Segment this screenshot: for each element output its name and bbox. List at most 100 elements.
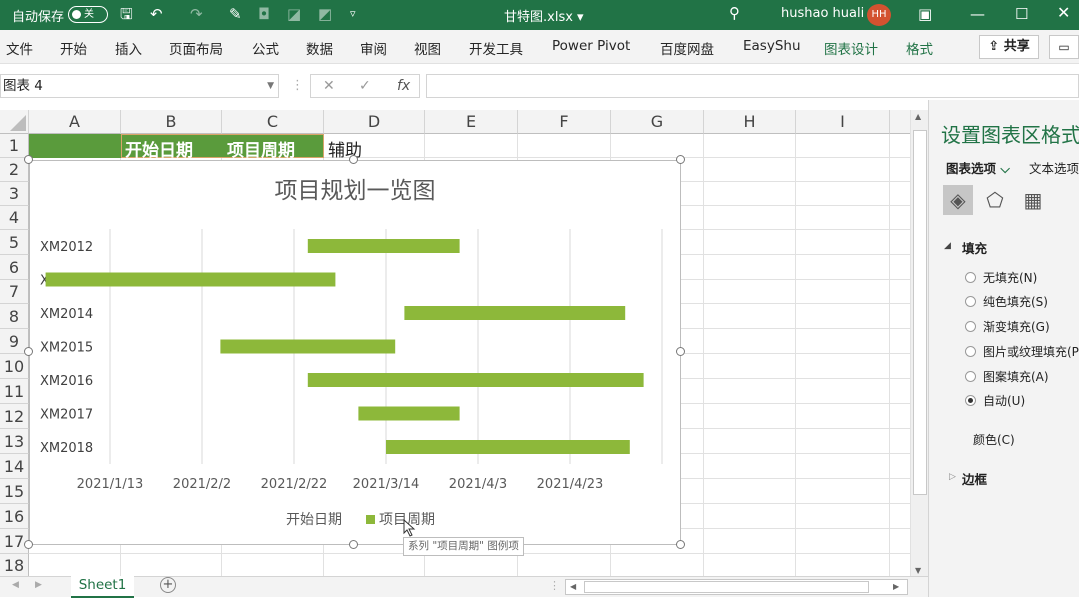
autosave-toggle[interactable]: 关	[68, 6, 108, 23]
expand-icon[interactable]: ▷	[949, 472, 956, 482]
effects-icon[interactable]: ⬠	[980, 185, 1010, 215]
chart-area[interactable]: 项目规划一览图 2021/1/13 2021/2/2 2021/2/22 2021/3…	[29, 160, 681, 545]
scroll-thumb[interactable]	[913, 130, 927, 495]
tab-chart-options[interactable]: 图表选项 ⌵	[946, 158, 1010, 177]
resize-handle[interactable]	[24, 540, 33, 549]
col-header-e[interactable]: E	[425, 110, 518, 134]
option-gradient-fill[interactable]: 渐变填充(G)	[983, 318, 1050, 335]
tab-page-layout[interactable]: 页面布局	[169, 38, 223, 58]
row-header-14[interactable]: 14	[0, 454, 29, 479]
chart-title[interactable]: 项目规划一览图	[275, 178, 436, 204]
tab-text-options[interactable]: 文本选项	[1029, 158, 1079, 177]
scroll-left-icon[interactable]: ◀	[570, 582, 576, 591]
resize-handle[interactable]	[676, 155, 685, 164]
scroll-down-icon[interactable]: ▼	[915, 566, 921, 575]
resize-dots[interactable]: ⋮	[291, 78, 304, 93]
col-header-g[interactable]: G	[611, 110, 704, 134]
tab-review[interactable]: 审阅	[360, 38, 387, 58]
cell-c1[interactable]: 项目周期	[227, 136, 295, 161]
row-header-15[interactable]: 15	[0, 479, 29, 504]
share-button[interactable]: ⇪ 共享	[979, 35, 1039, 59]
radio-no-fill[interactable]	[965, 272, 976, 283]
ribbon-display-icon[interactable]: ▣	[918, 5, 932, 23]
row-header-18[interactable]: 18	[0, 554, 29, 578]
radio-picture-fill[interactable]	[965, 346, 976, 357]
tab-view[interactable]: 视图	[414, 38, 441, 58]
tab-baidu[interactable]: 百度网盘	[660, 38, 714, 58]
sheet-tab-sheet1[interactable]: Sheet1	[71, 576, 134, 598]
tab-developer[interactable]: 开发工具	[469, 38, 523, 58]
tab-home[interactable]: 开始	[60, 38, 87, 58]
avatar[interactable]: HH	[867, 4, 891, 26]
tab-formulas[interactable]: 公式	[252, 38, 279, 58]
file-name[interactable]: 甘特图.xlsx ▾	[504, 6, 584, 25]
search-icon[interactable]: ⚲	[729, 4, 740, 22]
close-icon[interactable]: ✕	[1057, 4, 1070, 22]
tab-format[interactable]: 格式	[906, 38, 933, 58]
resize-handle[interactable]	[349, 540, 358, 549]
row-header-12[interactable]: 12	[0, 404, 29, 429]
row-header-7[interactable]: 7	[0, 280, 29, 304]
radio-gradient-fill[interactable]	[965, 321, 976, 332]
tab-file[interactable]: 文件	[6, 38, 33, 58]
radio-automatic[interactable]	[965, 395, 976, 406]
tab-data[interactable]: 数据	[306, 38, 333, 58]
col-header-f[interactable]: F	[518, 110, 611, 134]
redo-icon[interactable]: ↷	[190, 5, 203, 23]
undo-icon[interactable]: ↶	[150, 5, 163, 23]
option-automatic[interactable]: 自动(U)	[983, 392, 1025, 409]
cancel-icon[interactable]: ✕	[323, 75, 335, 97]
radio-solid-fill[interactable]	[965, 296, 976, 307]
row-header-10[interactable]: 10	[0, 354, 29, 379]
fill-line-icon[interactable]: ◈	[943, 185, 973, 215]
resize-handle[interactable]	[24, 347, 33, 356]
tab-chart-design[interactable]: 图表设计	[824, 38, 878, 58]
row-header-3[interactable]: 3	[0, 182, 29, 206]
resize-handle[interactable]	[676, 540, 685, 549]
option-picture-fill[interactable]: 图片或纹理填充(P)	[983, 343, 1079, 360]
tab-insert[interactable]: 插入	[115, 38, 142, 58]
col-header-a[interactable]: A	[29, 110, 121, 134]
split-dots[interactable]: ⋮	[549, 579, 560, 592]
customize-icon[interactable]: ▿	[350, 5, 356, 23]
col-header-h[interactable]: H	[704, 110, 796, 134]
h-scroll-thumb[interactable]	[584, 581, 869, 593]
chart-icon[interactable]: ◩	[318, 5, 332, 23]
section-fill[interactable]: 填充	[962, 238, 987, 257]
chevron-down-icon[interactable]: ▼	[267, 75, 274, 97]
resize-handle[interactable]	[24, 155, 33, 164]
row-header-1[interactable]: 1	[0, 134, 29, 158]
scroll-right-icon[interactable]: ▶	[893, 582, 899, 591]
option-solid-fill[interactable]: 纯色填充(S)	[983, 293, 1048, 310]
section-border[interactable]: 边框	[962, 469, 987, 488]
col-header-c[interactable]: C	[222, 110, 324, 134]
col-header-b[interactable]: B	[121, 110, 222, 134]
vertical-scrollbar[interactable]: ▲ ▼	[910, 110, 928, 579]
maximize-icon[interactable]: ☐	[1015, 5, 1028, 23]
cell-a1[interactable]	[29, 134, 121, 158]
formula-input[interactable]	[426, 74, 1079, 98]
shape-icon[interactable]: ◪	[287, 5, 301, 23]
format-painter-icon[interactable]: ✎	[229, 5, 242, 23]
option-pattern-fill[interactable]: 图案填充(A)	[983, 368, 1049, 385]
enter-icon[interactable]: ✓	[359, 75, 371, 97]
tab-power-pivot[interactable]: Power Pivot	[552, 38, 630, 54]
insert-function-icon[interactable]: fx	[397, 75, 410, 97]
option-no-fill[interactable]: 无填充(N)	[983, 269, 1037, 286]
row-header-4[interactable]: 4	[0, 206, 29, 230]
row-header-6[interactable]: 6	[0, 255, 29, 280]
scroll-up-icon[interactable]: ▲	[915, 112, 921, 121]
gantt-chart[interactable]: 项目规划一览图 2021/1/13 2021/2/2 2021/2/22 2021/3…	[30, 161, 680, 544]
row-header-8[interactable]: 8	[0, 304, 29, 329]
collapse-icon[interactable]: ◢	[944, 241, 951, 251]
cell-b1[interactable]: 开始日期	[125, 136, 193, 161]
col-header-i[interactable]: I	[796, 110, 890, 134]
minimize-icon[interactable]: —	[970, 5, 985, 23]
size-properties-icon[interactable]: ▦	[1018, 185, 1048, 215]
row-header-5[interactable]: 5	[0, 230, 29, 255]
row-header-16[interactable]: 16	[0, 504, 29, 529]
radio-pattern-fill[interactable]	[965, 371, 976, 382]
save-icon[interactable]: 🖫	[120, 5, 133, 23]
horizontal-scrollbar[interactable]: ◀ ▶	[565, 579, 908, 595]
select-all[interactable]	[0, 110, 29, 134]
